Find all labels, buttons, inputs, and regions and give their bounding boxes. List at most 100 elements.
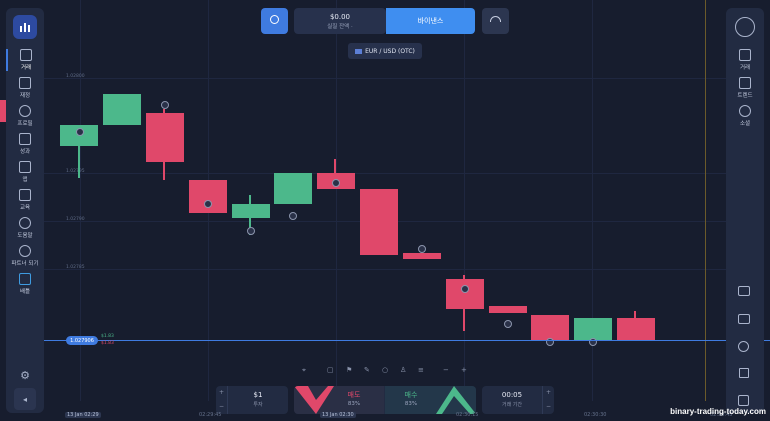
amount-minus-button[interactable]: + − xyxy=(216,386,228,414)
trade-avatar[interactable] xyxy=(418,245,426,253)
duration-stepper[interactable]: + − xyxy=(542,386,554,414)
nav-label: 트렌드 xyxy=(737,93,753,99)
layout-icon[interactable] xyxy=(738,286,750,296)
buy-percent: 83% xyxy=(404,401,418,407)
time-label: 02:29:45 xyxy=(199,412,222,418)
candle-up xyxy=(232,204,270,218)
hide-balance-button[interactable] xyxy=(261,8,288,34)
nav-education[interactable]: 교육 xyxy=(6,189,44,211)
user-icon xyxy=(19,105,31,117)
duration-panel: 00:05 거래 기간 + − xyxy=(482,386,554,414)
withdraw-button[interactable] xyxy=(482,8,509,34)
trade-avatar[interactable] xyxy=(247,227,255,235)
nav-label: 도움말 xyxy=(17,233,33,239)
nav-label: 성과 xyxy=(19,149,31,155)
people-icon xyxy=(739,105,751,117)
candle-down xyxy=(489,306,527,313)
y-axis-label: 1.02800 xyxy=(66,74,85,79)
current-price-tag: 1.027906 xyxy=(66,336,98,345)
eye-icon xyxy=(270,15,279,24)
balance-label: 실질 잔액 · xyxy=(327,24,353,30)
fullscreen-icon[interactable] xyxy=(738,395,749,406)
user-chart-icon[interactable]: ♙ xyxy=(400,366,406,374)
grid-line xyxy=(44,269,726,270)
nav-achievements[interactable]: 성과 xyxy=(6,133,44,155)
trade-avatar[interactable] xyxy=(76,128,84,136)
nav-apps[interactable]: 앱 xyxy=(6,161,44,183)
chart-icon xyxy=(739,49,751,61)
zoom-out-icon[interactable]: − xyxy=(443,366,449,374)
amount-panel: + − $1 투자 xyxy=(216,386,288,414)
nav-partner[interactable]: 파트너 되기 xyxy=(6,245,44,267)
asset-label: EUR / USD (OTC) xyxy=(365,47,415,55)
trading-screen: 1.02800 1.02795 1.02790 1.02785 1.027906… xyxy=(0,0,770,421)
asset-selector[interactable]: EUR / USD (OTC) xyxy=(348,43,422,59)
sell-percent: 83% xyxy=(347,401,361,407)
duration-label: 거래 기간 xyxy=(502,402,522,408)
nav-trade[interactable]: 거래 xyxy=(6,49,44,71)
time-label: 02:30:15 xyxy=(456,412,479,418)
balance-value: $0.00 xyxy=(329,13,351,21)
gear-icon: ⚙ xyxy=(20,368,30,382)
battle-icon xyxy=(19,273,31,285)
candle-down xyxy=(189,180,227,213)
settings-chart-icon[interactable]: ○ xyxy=(382,366,388,374)
sell-button[interactable]: 매도 83% xyxy=(294,386,384,414)
trade-avatar[interactable] xyxy=(461,285,469,293)
candle-down xyxy=(446,279,484,309)
logo-icon[interactable] xyxy=(13,15,37,39)
zoom-in-icon[interactable]: + xyxy=(461,366,467,374)
nav-finance[interactable]: 재정 xyxy=(6,77,44,99)
amount-value[interactable]: $1 xyxy=(228,391,288,399)
right-nav-social[interactable]: 소셜 xyxy=(726,105,764,127)
right-nav-trends[interactable]: 트렌드 xyxy=(726,77,764,99)
avatar[interactable] xyxy=(735,17,755,37)
settings-button[interactable]: ⚙ xyxy=(14,364,36,386)
y-axis-label: 1.02790 xyxy=(66,217,85,222)
trade-avatar[interactable] xyxy=(204,200,212,208)
chat-icon[interactable] xyxy=(738,314,750,324)
umbrella-icon xyxy=(490,16,501,22)
collapse-sidebar-button[interactable]: ◂ xyxy=(14,388,36,410)
crosshair-icon[interactable]: ⌖ xyxy=(302,366,306,375)
heart-icon xyxy=(19,245,31,257)
help-icon[interactable] xyxy=(738,341,749,352)
candle-up xyxy=(103,94,141,125)
candle-down xyxy=(617,318,655,341)
watermark: binary-trading-today.com xyxy=(670,407,766,416)
info-icon xyxy=(19,217,31,229)
nav-label: 파트너 되기 xyxy=(11,261,39,267)
indicator-icon[interactable]: ⚑ xyxy=(346,366,352,374)
trophy-icon xyxy=(19,133,31,145)
grid-line xyxy=(44,78,726,79)
timeframe-icon[interactable]: ▢ xyxy=(327,366,334,374)
trade-avatar[interactable] xyxy=(332,179,340,187)
time-label: 02:30:30 xyxy=(584,412,607,418)
trade-avatar[interactable] xyxy=(504,320,512,328)
chart-icon xyxy=(20,49,32,61)
trade-avatar[interactable] xyxy=(289,212,297,220)
trade-avatar[interactable] xyxy=(161,101,169,109)
trade-buttons: 매도 83% 매수 83% xyxy=(294,386,476,414)
nav-help[interactable]: 도움말 xyxy=(6,217,44,239)
book-icon xyxy=(19,189,31,201)
nav-label: 거래 xyxy=(739,65,751,71)
nav-battle[interactable]: 배틀 xyxy=(6,273,44,295)
duration-value[interactable]: 00:05 xyxy=(482,391,542,399)
deposit-button[interactable]: 바이낸스 xyxy=(386,8,475,34)
lightning-icon xyxy=(739,77,751,89)
buy-button[interactable]: 매수 83% xyxy=(385,386,476,414)
deposit-label: 바이낸스 xyxy=(417,17,444,25)
sell-label: 매도 xyxy=(347,391,361,399)
sound-icon[interactable] xyxy=(739,368,749,378)
nav-profile[interactable]: 프로필 xyxy=(6,105,44,127)
collapse-icon: ◂ xyxy=(22,394,27,404)
nav-label: 배틀 xyxy=(19,289,31,295)
right-sidebar: 거래 트렌드 소셜 xyxy=(726,8,764,413)
list-icon[interactable]: ≡ xyxy=(418,366,424,374)
right-nav-trades[interactable]: 거래 xyxy=(726,49,764,71)
y-axis-label: 1.02795 xyxy=(66,169,85,174)
draw-icon[interactable]: ✎ xyxy=(364,366,370,374)
balance-selector[interactable]: $0.00 실질 잔액 · xyxy=(294,8,386,34)
y-axis-label: 1.02785 xyxy=(66,265,85,270)
